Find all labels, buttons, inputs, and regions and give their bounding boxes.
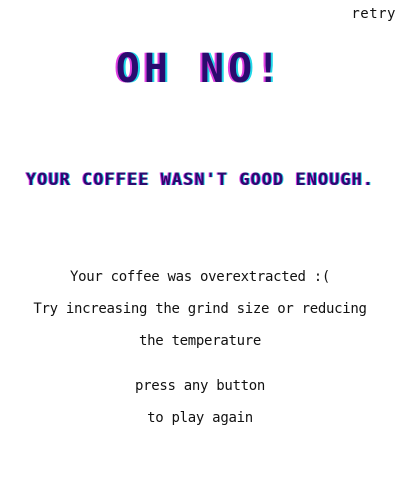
retry-button[interactable]: retry — [351, 6, 396, 22]
tip-text-line-1: Try increasing the grind size or reducin… — [33, 301, 367, 317]
diagnosis-text: Your coffee was overextracted :( — [69, 269, 331, 285]
result-subheadline: YOUR COFFEE WASN'T GOOD ENOUGH. — [25, 170, 375, 190]
play-again-prompt-line-2: to play again — [147, 410, 253, 426]
play-again-prompt-line-1: press any button — [134, 378, 266, 394]
tip-text-line-2: the temperature — [139, 333, 261, 349]
result-headline: OH NO! — [115, 46, 285, 92]
game-over-screen[interactable]: retry OH NO! YOUR COFFEE WASN'T GOOD ENO… — [0, 0, 400, 500]
